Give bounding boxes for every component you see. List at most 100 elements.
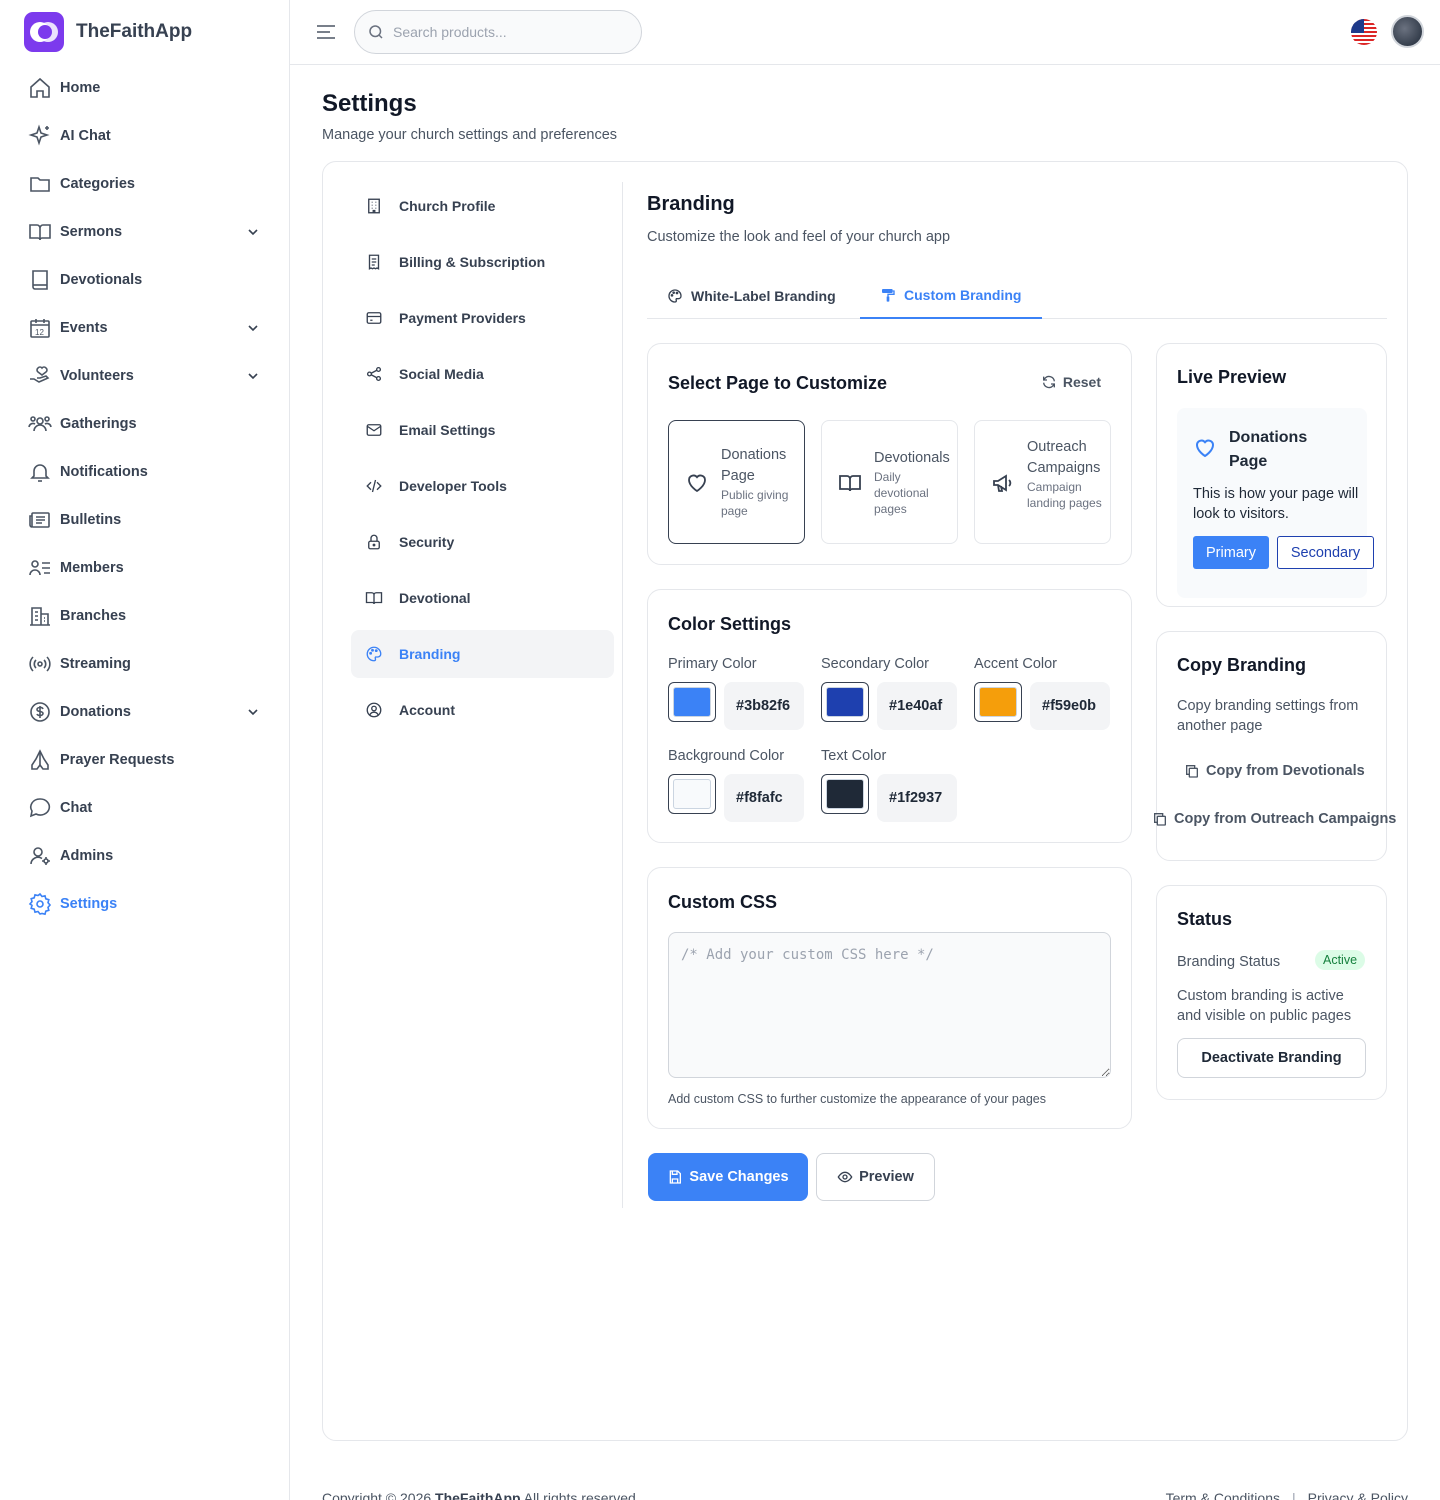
status-desc: Custom branding is active and visible on… xyxy=(1177,988,1352,1024)
card-title: Live Preview xyxy=(1177,367,1287,387)
background-color-picker[interactable] xyxy=(668,774,716,814)
color-swatch xyxy=(673,779,711,809)
search-input[interactable] xyxy=(393,24,623,40)
accent-color-group: Accent Color #f59e0b xyxy=(974,656,1114,736)
broadcast-icon xyxy=(29,656,51,672)
sidebar-item-volunteers[interactable]: Volunteers xyxy=(22,352,272,400)
text-color-picker[interactable] xyxy=(821,774,869,814)
page-option-outreach[interactable]: Outreach Campaigns Campaign landing page… xyxy=(974,420,1111,544)
reset-button[interactable]: Reset xyxy=(1041,374,1101,390)
page-option-desc: Public giving page xyxy=(721,488,789,518)
color-swatch xyxy=(826,687,864,717)
copy-from-outreach-button[interactable]: Copy from Outreach Campaigns xyxy=(1152,811,1396,827)
settings-nav-security[interactable]: Security xyxy=(351,518,614,566)
live-preview-card: Live Preview Donations Page This is how … xyxy=(1156,343,1387,607)
user-list-icon xyxy=(29,560,50,576)
sidebar-item-bulletins[interactable]: Bulletins xyxy=(22,496,272,544)
eye-icon xyxy=(837,1171,853,1183)
page-subtitle: Manage your church settings and preferen… xyxy=(322,127,618,143)
sidebar-item-ai-chat[interactable]: AI Chat xyxy=(22,112,272,160)
sidebar-item-sermons[interactable]: Sermons xyxy=(22,208,272,256)
sidebar-item-prayer-requests[interactable]: Prayer Requests xyxy=(22,736,272,784)
sidebar-item-label: Notifications xyxy=(60,464,148,480)
color-label: Secondary Color xyxy=(821,656,929,672)
sidebar-item-label: Settings xyxy=(60,896,118,912)
sidebar-item-label: Streaming xyxy=(60,656,131,672)
settings-nav-billing[interactable]: Billing & Subscription xyxy=(351,238,614,286)
text-color-input[interactable]: #1f2937 xyxy=(877,774,957,822)
sidebar-item-categories[interactable]: Categories xyxy=(22,160,272,208)
sidebar-item-label: Sermons xyxy=(60,224,123,240)
primary-color-picker[interactable] xyxy=(668,682,716,722)
custom-css-input[interactable] xyxy=(668,932,1111,1078)
user-avatar[interactable] xyxy=(1391,15,1424,48)
accent-color-picker[interactable] xyxy=(974,682,1022,722)
primary-color-input[interactable]: #3b82f6 xyxy=(724,682,804,730)
color-hex: #3b82f6 xyxy=(736,698,791,714)
copy-from-devotionals-button[interactable]: Copy from Devotionals xyxy=(1184,763,1365,779)
book-open-icon xyxy=(839,475,861,492)
color-swatch xyxy=(673,687,711,717)
us-flag-icon[interactable] xyxy=(1351,19,1377,45)
preview-button[interactable]: Preview xyxy=(816,1153,935,1201)
user-cog-icon xyxy=(30,847,50,865)
settings-nav-social-media[interactable]: Social Media xyxy=(351,350,614,398)
sidebar-item-home[interactable]: Home xyxy=(22,64,272,112)
sidebar-item-devotionals[interactable]: Devotionals xyxy=(22,256,272,304)
save-changes-button[interactable]: Save Changes xyxy=(648,1153,808,1201)
sidebar-item-notifications[interactable]: Notifications xyxy=(22,448,272,496)
secondary-color-input[interactable]: #1e40af xyxy=(877,682,957,730)
sidebar-item-settings[interactable]: Settings xyxy=(22,880,272,928)
settings-nav-email[interactable]: Email Settings xyxy=(351,406,614,454)
sidebar-item-donations[interactable]: Donations xyxy=(22,688,272,736)
deactivate-branding-button[interactable]: Deactivate Branding xyxy=(1177,1038,1366,1078)
settings-nav-church-profile[interactable]: Church Profile xyxy=(351,182,614,230)
sidebar-item-admins[interactable]: Admins xyxy=(22,832,272,880)
chevron-down-icon[interactable] xyxy=(246,225,260,239)
background-color-input[interactable]: #f8fafc xyxy=(724,774,804,822)
settings-nav-label: Branding xyxy=(399,646,461,662)
preview-area: Donations Page This is how your page wil… xyxy=(1177,408,1374,598)
card-title: Select Page to Customize xyxy=(668,373,888,393)
sidebar-item-chat[interactable]: Chat xyxy=(22,784,272,832)
copy-branding-desc: Copy branding settings from another page xyxy=(1177,698,1359,734)
status-badge: Active xyxy=(1315,950,1366,970)
sidebar-item-label: Members xyxy=(60,560,124,576)
refresh-icon xyxy=(1042,375,1055,389)
settings-nav-label: Social Media xyxy=(399,366,484,382)
sidebar-item-events[interactable]: 12 Events xyxy=(22,304,272,352)
tab-white-label-branding[interactable]: White-Label Branding xyxy=(647,273,860,319)
page-option-devotionals[interactable]: Devotionals Daily devotional pages xyxy=(821,420,958,544)
accent-color-input[interactable]: #f59e0b xyxy=(1030,682,1110,730)
settings-nav-account[interactable]: Account xyxy=(351,686,614,734)
chevron-down-icon[interactable] xyxy=(246,369,260,383)
secondary-color-group: Secondary Color #1e40af xyxy=(821,656,961,736)
sidebar-item-gatherings[interactable]: Gatherings xyxy=(22,400,272,448)
sidebar-item-branches[interactable]: Branches xyxy=(22,592,272,640)
footer-link-privacy[interactable]: Privacy & Policy xyxy=(1308,1490,1408,1500)
app-name: TheFaithApp xyxy=(76,21,193,42)
preview-secondary-button[interactable]: Secondary xyxy=(1277,536,1374,569)
menu-toggle-icon[interactable] xyxy=(314,20,338,44)
footer-link-terms[interactable]: Term & Conditions xyxy=(1166,1490,1280,1500)
settings-nav-branding[interactable]: Branding xyxy=(351,630,614,678)
copy-icon xyxy=(1186,765,1198,778)
sidebar-item-label: Branches xyxy=(60,608,127,624)
app-logo[interactable]: TheFaithApp xyxy=(24,12,192,52)
copy-icon xyxy=(1154,813,1166,826)
page-option-donations[interactable]: Donations Page Public giving page xyxy=(668,420,805,544)
sidebar-item-streaming[interactable]: Streaming xyxy=(22,640,272,688)
chevron-down-icon[interactable] xyxy=(246,705,260,719)
copyright-brand[interactable]: TheFaithApp xyxy=(435,1490,521,1500)
settings-nav-payment-providers[interactable]: Payment Providers xyxy=(351,294,614,342)
tab-custom-branding[interactable]: Custom Branding xyxy=(860,273,1042,319)
preview-primary-button[interactable]: Primary xyxy=(1193,536,1269,569)
settings-nav-label: Billing & Subscription xyxy=(399,254,546,270)
secondary-color-picker[interactable] xyxy=(821,682,869,722)
chevron-down-icon[interactable] xyxy=(246,321,260,335)
mail-icon xyxy=(366,424,382,436)
search-box[interactable] xyxy=(354,10,642,54)
settings-nav-devotional[interactable]: Devotional xyxy=(351,574,614,622)
settings-nav-developer-tools[interactable]: Developer Tools xyxy=(351,462,614,510)
sidebar-item-members[interactable]: Members xyxy=(22,544,272,592)
